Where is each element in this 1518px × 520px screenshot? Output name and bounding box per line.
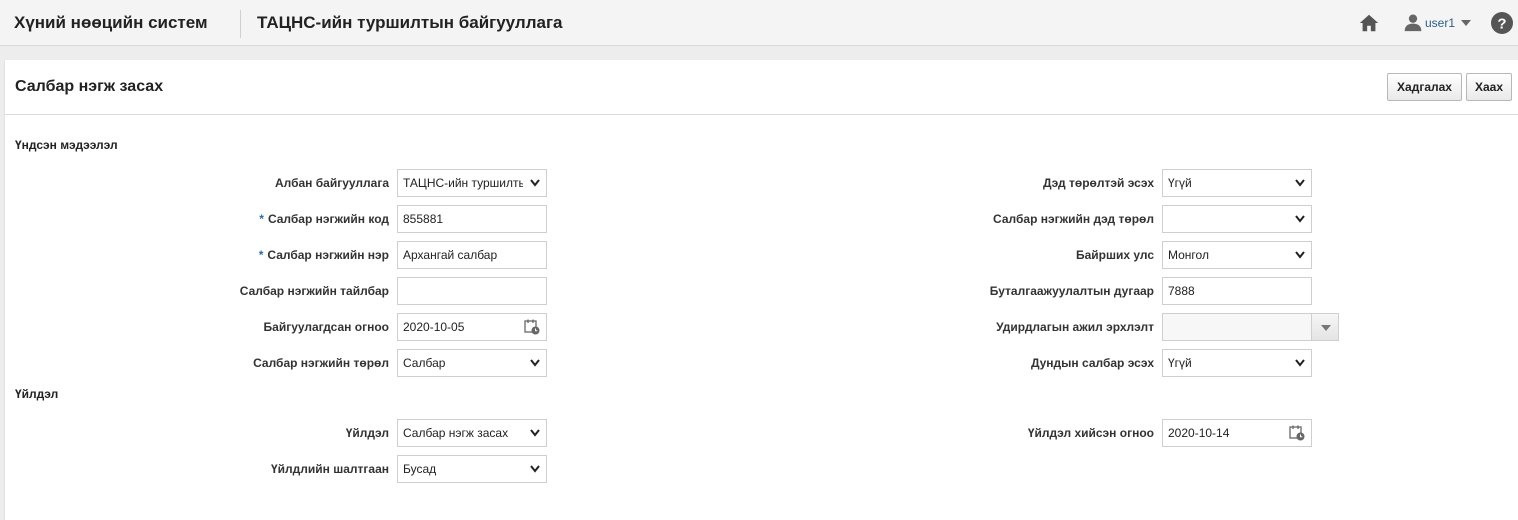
action-date-value: 2020-10-14 [1168,426,1230,440]
founded-label: Байгуулагдсан огноо [263,320,389,334]
chevron-down-icon [1295,215,1305,223]
name-label: * Салбар нэгжийн нэр [259,248,389,262]
help-icon[interactable]: ? [1490,11,1514,35]
type-select[interactable]: Салбар [397,349,547,377]
founded-date-input[interactable]: 2020-10-05 [397,313,547,341]
name-label-text: Салбар нэгжийн нэр [267,248,389,262]
accounting-input[interactable]: 7888 [1162,277,1312,305]
app-title: Хүний нөөцийн систем [14,13,208,32]
top-bar: Хүний нөөцийн систем ТАЦНС-ийн туршилтын… [0,0,1518,46]
country-value: Монгол [1168,248,1209,262]
has-subtype-select[interactable]: Үгүй [1162,169,1312,197]
chevron-down-icon [1295,251,1305,259]
section-title-action: Үйлдэл [15,387,59,401]
code-input[interactable]: 855881 [397,205,547,233]
page-title: Салбар нэгж засах [15,78,164,95]
country-label: Байрших улс [1075,248,1154,262]
chevron-down-icon[interactable] [1461,19,1471,27]
code-label-text: Салбар нэгжийн код [267,212,389,226]
home-icon[interactable] [1358,12,1380,34]
reason-value: Бусад [403,462,437,476]
chevron-down-icon [530,179,540,187]
action-label: Үйлдэл [345,426,389,440]
action-date-input[interactable]: 2020-10-14 [1162,419,1312,447]
has-subtype-value: Үгүй [1168,176,1192,190]
code-label: * Салбар нэгжийн код [259,212,389,226]
svg-text:?: ? [1497,16,1506,33]
calendar-icon[interactable] [524,319,540,335]
subtype-label: Салбар нэгжийн дэд төрөл [993,212,1154,226]
country-select[interactable]: Монгол [1162,241,1312,269]
name-input[interactable]: Архангай салбар [397,241,547,269]
type-label: Салбар нэгжийн төрөл [253,356,389,370]
subtype-select[interactable] [1162,205,1312,233]
intermediate-value: Үгүй [1168,356,1192,370]
mgmt-position-label: Удирдлагын ажил эрхлэлт [996,320,1154,334]
user-name[interactable]: user1 [1425,16,1455,30]
chevron-down-icon [530,429,540,437]
mgmt-position-lov-button[interactable] [1311,313,1339,341]
section-title-basic: Үндсэн мэдээлэл [15,138,118,152]
mgmt-position-input[interactable] [1162,313,1312,341]
reason-select[interactable]: Бусад [397,455,547,483]
edit-panel: Салбар нэгж засах Хадгалах Хаах Үндсэн м… [4,60,1518,520]
founded-date-value: 2020-10-05 [403,320,465,334]
org-title: ТАЦНС-ийн туршилтын байгууллага [257,13,563,32]
action-date-label: Үйлдэл хийсэн огноо [1027,426,1154,440]
desc-input[interactable] [397,277,547,305]
action-select[interactable]: Салбар нэгж засах [397,419,547,447]
org-label: Албан байгууллага [274,176,389,190]
calendar-icon[interactable] [1289,425,1305,441]
title-separator [240,10,241,38]
required-marker: * [258,248,264,262]
chevron-down-icon [1295,359,1305,367]
user-icon[interactable] [1403,12,1423,32]
required-marker: * [259,212,264,226]
reason-label: Үйлдлийн шалтгаан [270,462,389,476]
chevron-down-icon [1321,325,1331,331]
save-button[interactable]: Хадгалах [1387,73,1462,101]
intermediate-label: Дундын салбар эсэх [1030,356,1154,370]
type-select-value: Салбар [403,356,446,370]
intermediate-select[interactable]: Үгүй [1162,349,1312,377]
close-button[interactable]: Хаах [1466,73,1512,101]
action-value: Салбар нэгж засах [403,426,509,440]
accounting-label: Буталгаажуулалтын дугаар [989,284,1154,298]
org-select-value: ТАЦНС-ийн туршилты [403,176,523,190]
desc-label: Салбар нэгжийн тайлбар [239,284,389,298]
org-select[interactable]: ТАЦНС-ийн туршилты [397,169,547,197]
chevron-down-icon [1295,179,1305,187]
has-subtype-label: Дэд төрөлтэй эсэх [1043,176,1154,190]
chevron-down-icon [530,359,540,367]
page-header: Салбар нэгж засах Хадгалах Хаах [5,60,1518,115]
chevron-down-icon [530,465,540,473]
